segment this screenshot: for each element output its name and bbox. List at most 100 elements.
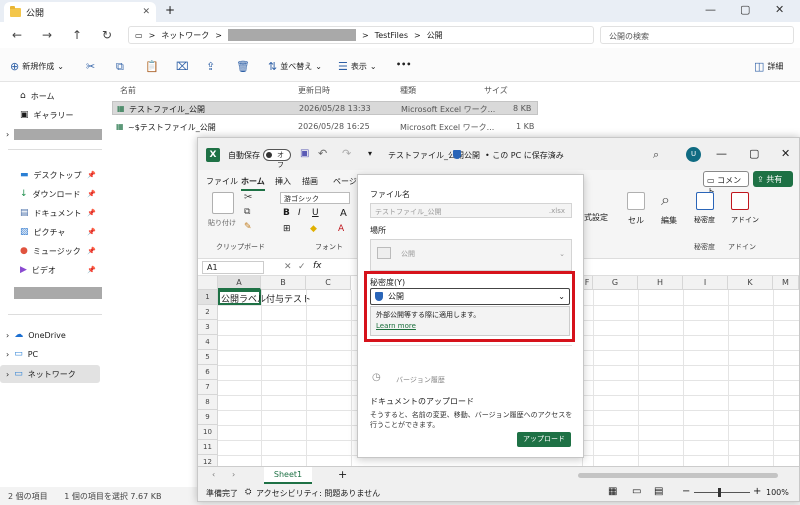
sidebar-item-desktop[interactable]: ▬ デスクトップ 📌	[0, 166, 104, 184]
details-button[interactable]: ◫ 詳細	[754, 60, 783, 73]
sidebar-item-music[interactable]: ● ミュージック 📌	[0, 242, 104, 260]
enter-icon[interactable]: ✓	[298, 262, 306, 272]
back-icon[interactable]: ←	[12, 28, 22, 42]
row-header[interactable]: 5	[198, 350, 218, 365]
cells-icon[interactable]	[627, 192, 645, 210]
search-input[interactable]: 公開の検索	[600, 26, 794, 44]
location-select[interactable]: 公開 ⌄	[370, 239, 572, 271]
pin-icon[interactable]: 📌	[87, 247, 96, 255]
sidebar-item-home[interactable]: ⌂ ホーム	[0, 87, 104, 105]
row-header[interactable]: 2	[198, 305, 218, 320]
share-button[interactable]: ⇪ 共有	[753, 171, 793, 187]
increase-font-icon[interactable]: A	[340, 208, 347, 219]
addins-button-label[interactable]: アドイン	[731, 215, 759, 225]
sort-button[interactable]: ⇅ 並べ替え ⌄	[268, 60, 322, 73]
zoom-out-icon[interactable]: −	[682, 486, 690, 497]
paste-icon[interactable]: 📋	[145, 60, 159, 73]
comment-button[interactable]: ▭ コメント	[703, 171, 749, 196]
zoom-in-icon[interactable]: +	[753, 486, 761, 497]
prev-sheet-icon[interactable]: ‹	[212, 470, 215, 479]
sidebar-item-downloads[interactable]: ↓ ダウンロード 📌	[0, 185, 104, 203]
sidebar-item-documents[interactable]: ▤ ドキュメント 📌	[0, 204, 104, 222]
up-icon[interactable]: ↑	[72, 28, 82, 42]
version-history-button[interactable]: バージョン履歴	[396, 375, 445, 385]
sensitivity-button-label[interactable]: 秘密度	[694, 215, 715, 225]
column-type[interactable]: 種類	[400, 85, 416, 96]
italic-icon[interactable]: I	[298, 208, 301, 218]
sidebar-item-gallery[interactable]: ▣ ギャラリー	[0, 106, 104, 124]
paste-label[interactable]: 貼り付け	[208, 218, 236, 228]
tab-insert[interactable]: 挿入	[275, 176, 291, 187]
name-box[interactable]: A1	[202, 261, 264, 274]
format-as-table-label[interactable]: 式設定	[584, 212, 608, 223]
close-window-icon[interactable]: ✕	[775, 3, 784, 16]
column-header[interactable]: A	[218, 276, 261, 290]
cancel-icon[interactable]: ✕	[284, 262, 292, 272]
copy-icon[interactable]: ⧉	[116, 60, 124, 74]
sensitivity-icon[interactable]	[696, 192, 714, 210]
share-icon[interactable]: ⇪	[206, 60, 215, 73]
cut-icon[interactable]: ✂	[244, 192, 252, 203]
avatar[interactable]: U	[686, 147, 701, 162]
search-icon[interactable]: ⌕	[661, 190, 670, 210]
pin-icon[interactable]: 📌	[87, 171, 96, 179]
pin-icon[interactable]: 📌	[87, 190, 96, 198]
column-header[interactable]: K	[728, 276, 773, 290]
page-layout-icon[interactable]: ▭	[632, 486, 641, 497]
minimize-icon[interactable]: —	[705, 3, 716, 16]
sidebar-item-onedrive[interactable]: › ☁ OneDrive	[0, 326, 104, 344]
column-header[interactable]: M	[773, 276, 799, 290]
row-header[interactable]: 11	[198, 440, 218, 455]
more-icon[interactable]: •••	[396, 60, 411, 69]
row-header[interactable]: 3	[198, 320, 218, 335]
page-break-icon[interactable]: ▤	[654, 486, 663, 497]
horizontal-scrollbar[interactable]	[578, 473, 778, 478]
bold-icon[interactable]: B	[283, 208, 290, 218]
undo-icon[interactable]: ↶	[318, 147, 327, 160]
row-header[interactable]: 6	[198, 365, 218, 380]
expand-icon[interactable]: ›	[6, 130, 9, 139]
pin-icon[interactable]: 📌	[87, 228, 96, 236]
column-date[interactable]: 更新日時	[298, 85, 330, 96]
tab-draw[interactable]: 描画	[302, 176, 318, 187]
sidebar-item-pc[interactable]: › ▭ PC	[0, 345, 104, 363]
breadcrumb-public[interactable]: 公開	[427, 30, 443, 41]
minimize-icon[interactable]: —	[716, 147, 727, 160]
editing-label[interactable]: 編集	[661, 215, 677, 226]
breadcrumb-network[interactable]: ネットワーク	[161, 30, 209, 41]
forward-icon[interactable]: →	[42, 28, 52, 42]
view-button[interactable]: ☰ 表示 ⌄	[338, 60, 377, 73]
row-header[interactable]: 8	[198, 395, 218, 410]
accessibility-status[interactable]: アクセシビリティ: 問題ありません	[256, 488, 380, 499]
zoom-level[interactable]: 100%	[766, 488, 789, 497]
address-bar[interactable]: ▭ > ネットワーク > > TestFiles > 公開	[128, 26, 594, 44]
autosave-toggle[interactable]: オフ	[263, 149, 291, 169]
column-name[interactable]: 名前	[120, 85, 136, 96]
row-header[interactable]: 1	[198, 290, 218, 305]
column-header[interactable]: I	[683, 276, 728, 290]
column-header[interactable]: C	[306, 276, 351, 290]
column-size[interactable]: サイズ	[484, 85, 508, 96]
paste-icon[interactable]	[212, 192, 234, 214]
next-sheet-icon[interactable]: ›	[232, 470, 235, 479]
function-icon[interactable]: fx	[313, 261, 322, 271]
row-header[interactable]: 7	[198, 380, 218, 395]
column-header[interactable]: B	[261, 276, 306, 290]
column-header[interactable]: G	[593, 276, 638, 290]
close-window-icon[interactable]: ✕	[781, 147, 790, 160]
add-sheet-button[interactable]: +	[338, 468, 347, 481]
upload-button[interactable]: アップロード	[517, 432, 571, 447]
customize-qat-icon[interactable]: ▾	[368, 149, 372, 158]
cell-a1[interactable]: 公開ラベル付与テスト	[221, 292, 311, 305]
filename-input[interactable]: テストファイル_公開 .xlsx	[370, 203, 572, 218]
cut-icon[interactable]: ✂	[86, 60, 95, 73]
close-tab-icon[interactable]: ✕	[142, 7, 150, 17]
row-header[interactable]: 10	[198, 425, 218, 440]
sheet-tab[interactable]: Sheet1	[264, 467, 312, 484]
maximize-icon[interactable]: ▢	[749, 147, 759, 160]
search-icon[interactable]: ⌕	[653, 148, 659, 162]
sidebar-item-pictures[interactable]: ▨ ピクチャ 📌	[0, 223, 104, 241]
new-tab-button[interactable]: +	[165, 3, 175, 17]
copy-icon[interactable]: ⧉	[244, 207, 250, 217]
expand-icon[interactable]: ›	[6, 331, 9, 340]
